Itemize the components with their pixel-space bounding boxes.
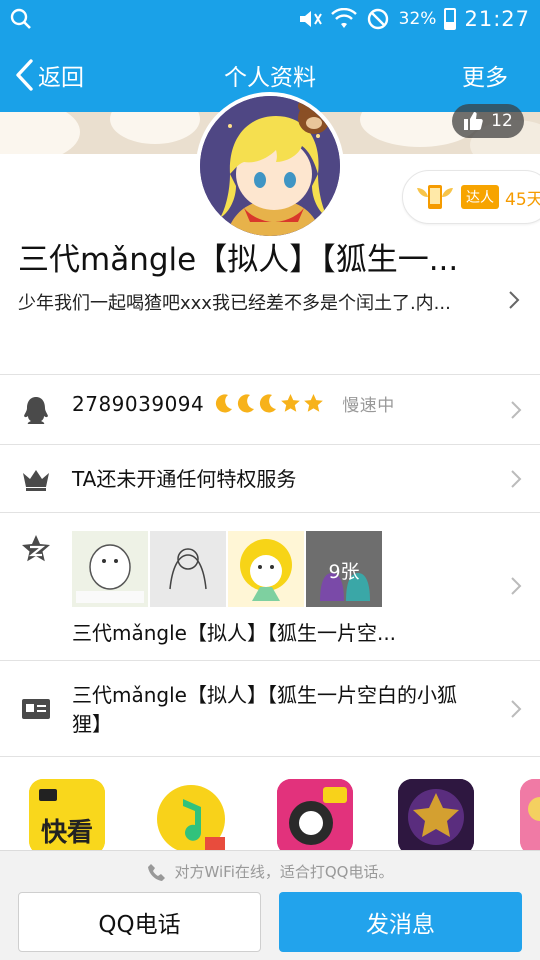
wifi-icon — [330, 8, 357, 28]
qq-number-text: 2789039094 — [72, 391, 205, 416]
moon-icon — [216, 394, 233, 413]
qzone-photo[interactable] — [150, 531, 226, 607]
svg-text:快看: 快看 — [41, 818, 93, 848]
photo-count: 9张 — [328, 561, 360, 583]
battery-percent: 32% — [398, 9, 437, 29]
back-button[interactable]: 返回 — [14, 56, 84, 94]
clock: 21:27 — [464, 7, 530, 31]
star-icon — [281, 394, 301, 412]
app-list: 快看 — [0, 756, 540, 852]
like-button[interactable]: 12 — [452, 104, 524, 138]
qq-level-icons — [214, 393, 324, 414]
qq-number: 2789039094 慢速中 — [72, 391, 395, 417]
partial-app-icon[interactable] — [520, 779, 540, 852]
chevron-right-icon — [511, 700, 522, 718]
qq-number-row[interactable]: 2789039094 慢速中 — [0, 374, 540, 444]
qzone-photo-more[interactable]: 9张 — [306, 531, 382, 607]
no-disturb-icon — [367, 8, 388, 30]
like-count: 12 — [491, 111, 513, 131]
chevron-right-icon — [511, 470, 522, 488]
qzone-photo[interactable] — [72, 531, 148, 607]
daren-tag: 达人 — [461, 185, 499, 209]
qq-music-app-icon[interactable] — [153, 779, 229, 852]
penguin-icon — [24, 397, 48, 424]
chevron-right-icon — [511, 401, 522, 419]
chevron-right-icon — [511, 577, 522, 595]
qzone-star-icon — [22, 535, 50, 562]
kuaikan-app-icon[interactable]: 快看 — [29, 779, 105, 852]
moon-icon — [238, 394, 255, 413]
qzone-caption: 三代mǎngle【拟人】【狐生一片空... — [72, 621, 397, 645]
vip-text: TA还未开通任何特权服务 — [72, 467, 297, 491]
qzone-photo[interactable] — [228, 531, 304, 607]
back-label: 返回 — [38, 65, 84, 91]
search-icon — [10, 8, 31, 29]
battery-icon — [444, 8, 457, 30]
star-app-icon[interactable] — [398, 779, 474, 852]
daren-days: 45天 — [505, 189, 540, 210]
daren-badge[interactable]: 达人 45天 — [402, 170, 540, 224]
call-hint-text: 对方WiFi在线，适合打QQ电话。 — [174, 863, 394, 881]
rhythm-game-app-icon[interactable] — [277, 779, 353, 852]
acceleration-status: 慢速中 — [342, 396, 395, 416]
qzone-row[interactable]: 9张 三代mǎngle【拟人】【狐生一片空... — [0, 512, 540, 660]
chevron-left-icon — [16, 59, 33, 91]
signature[interactable]: 少年我们一起喝猹吧xxx我已经差不多是个闰土了.内... — [18, 289, 498, 315]
card-text: 三代mǎngle【拟人】【狐生一片空白的小狐狸】 — [72, 683, 457, 736]
thumbs-up-icon — [464, 112, 483, 130]
status-icons: 32% 21:27 — [297, 6, 530, 32]
nickname: 三代mǎngle【拟人】【狐生一... — [18, 242, 459, 278]
phone-icon — [147, 863, 165, 881]
vip-privilege-row[interactable]: TA还未开通任何特权服务 — [0, 444, 540, 512]
more-button[interactable]: 更多 — [462, 58, 508, 92]
call-hint: 对方WiFi在线，适合打QQ电话。 — [0, 861, 540, 882]
chevron-right-icon — [509, 291, 520, 309]
status-bar: 32% 21:27 — [0, 0, 540, 38]
send-message-button[interactable]: 发消息 — [279, 892, 522, 952]
avatar[interactable] — [196, 92, 344, 240]
star-icon — [304, 394, 324, 412]
moon-icon — [260, 394, 277, 413]
id-card-icon — [22, 699, 50, 719]
winged-phone-icon — [417, 185, 453, 209]
crown-icon — [23, 470, 49, 491]
qzone-photos[interactable]: 9张 — [72, 531, 382, 607]
mute-icon — [299, 11, 322, 27]
qq-call-button[interactable]: QQ电话 — [18, 892, 261, 952]
profile-card-row[interactable]: 三代mǎngle【拟人】【狐生一片空白的小狐狸】 — [0, 660, 540, 756]
bottom-action-bar: 对方WiFi在线，适合打QQ电话。 QQ电话 发消息 — [0, 850, 540, 960]
